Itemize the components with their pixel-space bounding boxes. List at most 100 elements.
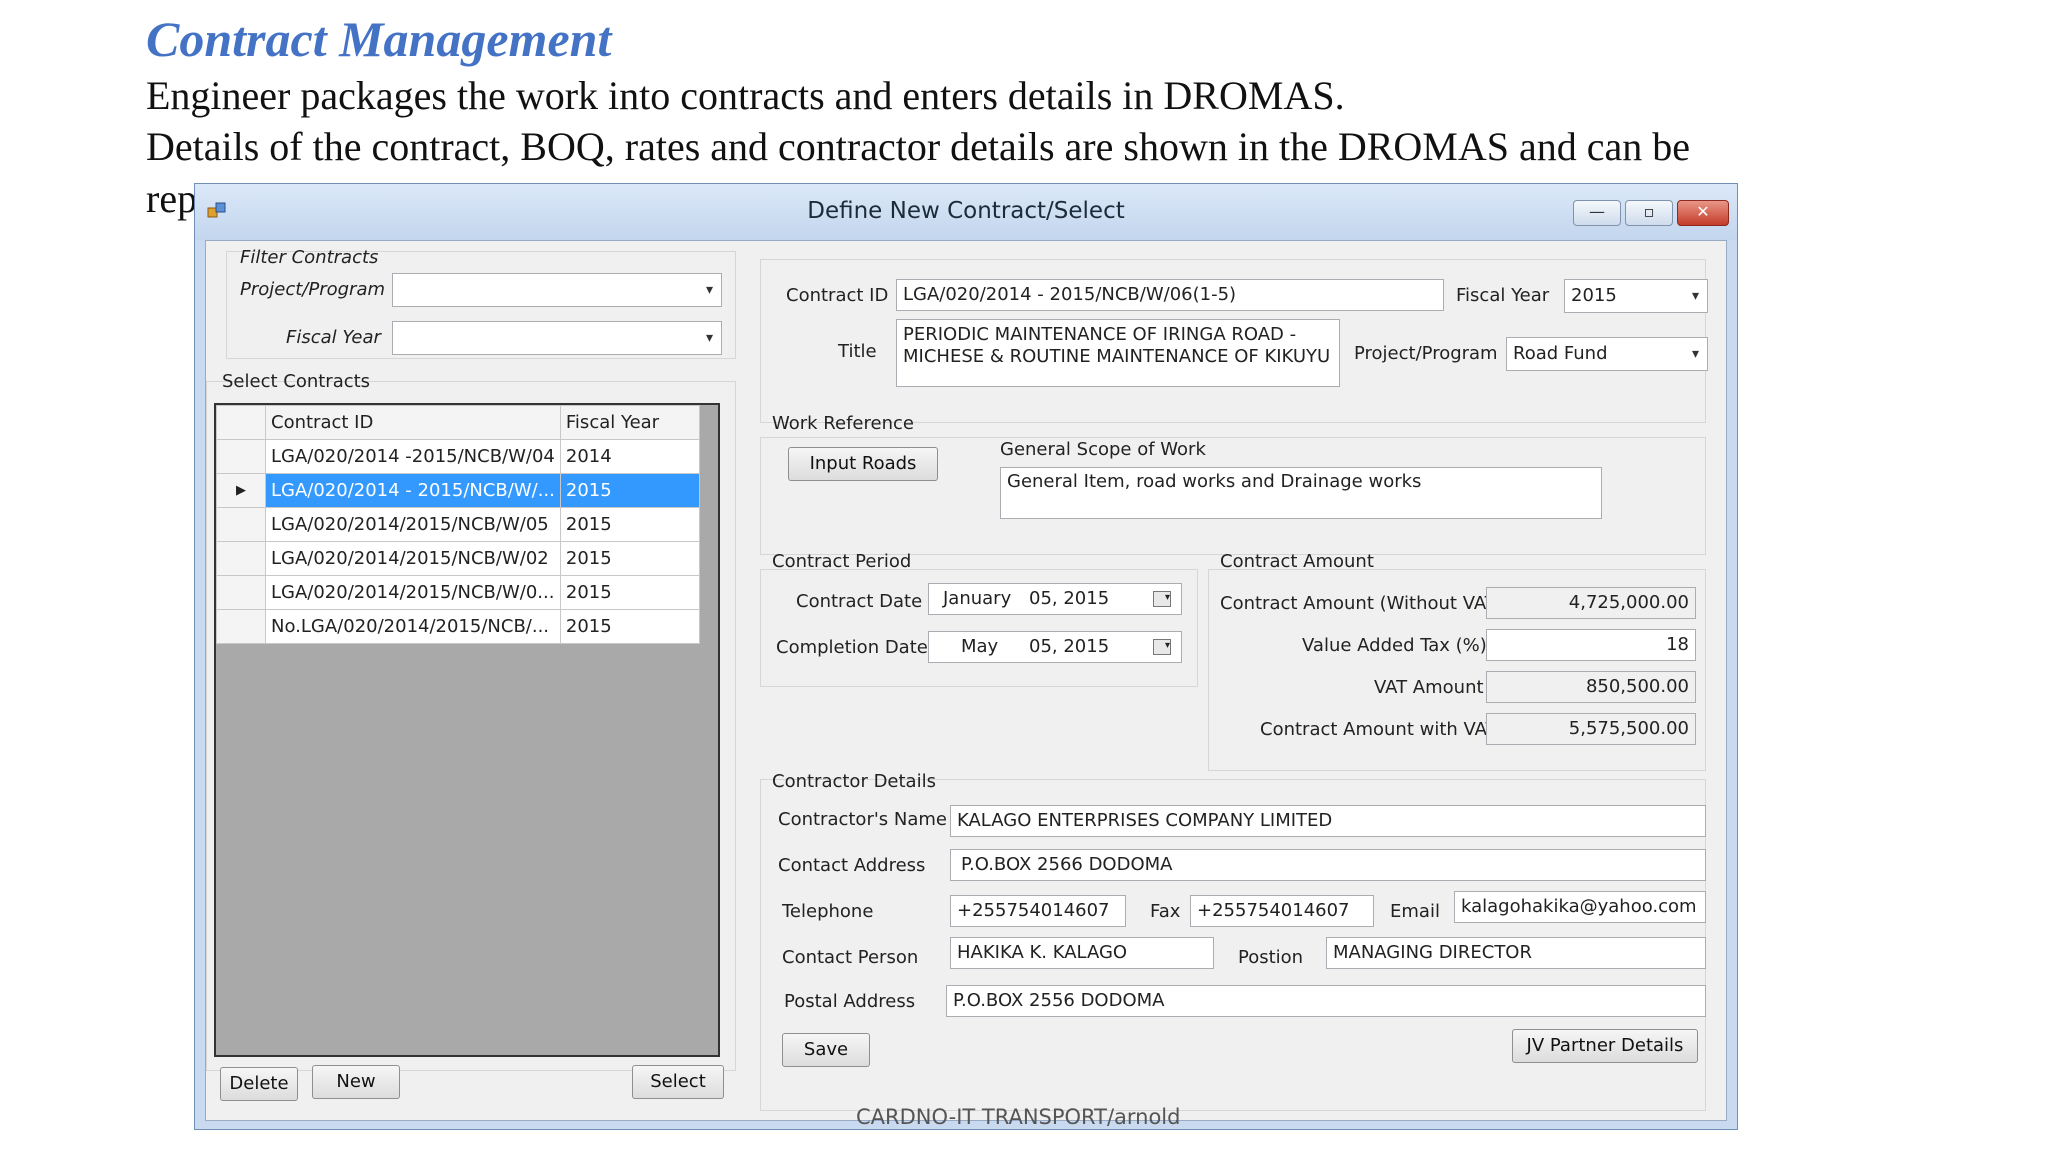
contract-id-input[interactable]: LGA/020/2014 - 2015/NCB/W/06(1-5)	[896, 279, 1444, 311]
contractor-name-input[interactable]: KALAGO ENTERPRISES COMPANY LIMITED	[950, 805, 1706, 837]
row-header[interactable]	[216, 507, 266, 542]
completion-date-label: Completion Date	[776, 637, 928, 658]
contract-id-cell[interactable]: No.LGA/020/2014/2015/NCB/...	[265, 609, 561, 644]
contract-fiscal-label: Fiscal Year	[1456, 285, 1550, 306]
completion-date-month: May	[961, 636, 999, 657]
table-row-selected[interactable]: ▶ LGA/020/2014 - 2015/NCB/W/... 2015	[216, 473, 700, 508]
contractor-name-label: Contractor's Name	[778, 809, 947, 830]
chevron-down-icon: ▾	[1691, 288, 1699, 304]
contract-id-cell[interactable]: LGA/020/2014 -2015/NCB/W/04	[265, 439, 561, 474]
email-input[interactable]: kalagohakika@yahoo.com	[1454, 891, 1706, 923]
row-header[interactable]	[216, 541, 266, 576]
filter-fiscal-select[interactable]: ▾	[392, 321, 722, 355]
fiscal-year-cell[interactable]: 2015	[559, 575, 700, 610]
filter-fiscal-label: Fiscal Year	[286, 327, 381, 348]
contract-date-picker[interactable]: January 05, 2015 ▾	[928, 583, 1182, 615]
contact-address-label: Contact Address	[778, 855, 926, 876]
window-title: Define New Contract/Select	[807, 198, 1125, 224]
table-row[interactable]: LGA/020/2014/2015/NCB/W/05 2015	[216, 507, 700, 542]
contract-date-label: Contract Date	[796, 591, 923, 612]
contact-person-label: Contact Person	[782, 947, 919, 968]
table-row[interactable]: LGA/020/2014/2015/NCB/W/0... 2015	[216, 575, 700, 610]
contract-fiscal-value: 2015	[1571, 285, 1617, 306]
calendar-icon[interactable]: ▾	[1153, 639, 1171, 655]
filter-contracts-label: Filter Contracts	[240, 247, 379, 268]
telephone-label: Telephone	[782, 901, 874, 922]
footer-caption: CARDNO-IT TRANSPORT/arnold	[856, 1105, 1181, 1129]
fiscal-year-cell[interactable]: 2015	[559, 541, 700, 576]
select-contracts-label: Select Contracts	[222, 371, 371, 392]
contact-address-input[interactable]: P.O.BOX 2566 DODOMA	[950, 849, 1706, 881]
contracts-table: Contract ID Fiscal Year LGA/020/2014 -20…	[216, 405, 700, 644]
close-button[interactable]: ✕	[1677, 200, 1729, 226]
amount-with-vat-label: Contract Amount with VAT	[1260, 719, 1497, 740]
contractor-details-label: Contractor Details	[772, 771, 936, 792]
title-input[interactable]: PERIODIC MAINTENANCE OF IRINGA ROAD - MI…	[896, 319, 1340, 387]
fax-input[interactable]: +255754014607	[1190, 895, 1374, 927]
new-button[interactable]: New	[312, 1065, 400, 1099]
maximize-button[interactable]: ▫	[1625, 200, 1673, 226]
completion-date-picker[interactable]: May 05, 2015 ▾	[928, 631, 1182, 663]
contracts-grid: Contract ID Fiscal Year LGA/020/2014 -20…	[214, 403, 720, 1057]
slide-text-line-2: Details of the contract, BOQ, rates and …	[146, 124, 1690, 169]
column-header-fiscal-year[interactable]: Fiscal Year	[559, 405, 700, 440]
vat-amount-input[interactable]: 850,500.00	[1486, 671, 1696, 703]
fiscal-year-cell[interactable]: 2014	[559, 439, 700, 474]
row-header[interactable]	[216, 575, 266, 610]
minimize-button[interactable]: —	[1573, 200, 1621, 226]
calendar-icon[interactable]: ▾	[1153, 591, 1171, 607]
input-roads-button[interactable]: Input Roads	[788, 447, 938, 481]
amount-without-vat-label: Contract Amount (Without VAT)	[1220, 593, 1503, 614]
contract-period-label: Contract Period	[772, 551, 912, 572]
jv-partner-details-button[interactable]: JV Partner Details	[1512, 1029, 1698, 1063]
contract-id-cell[interactable]: LGA/020/2014/2015/NCB/W/02	[265, 541, 561, 576]
filter-project-select[interactable]: ▾	[392, 273, 722, 307]
fax-label: Fax	[1150, 901, 1181, 922]
slide-title: Contract Management	[146, 11, 612, 67]
save-button[interactable]: Save	[782, 1033, 870, 1067]
amount-with-vat-input[interactable]: 5,575,500.00	[1486, 713, 1696, 745]
email-label: Email	[1390, 901, 1440, 922]
vat-amount-label: VAT Amount	[1374, 677, 1484, 698]
table-row[interactable]: LGA/020/2014 -2015/NCB/W/04 2014	[216, 439, 700, 474]
general-scope-input[interactable]: General Item, road works and Drainage wo…	[1000, 467, 1602, 519]
row-header[interactable]	[216, 439, 266, 474]
table-row[interactable]: LGA/020/2014/2015/NCB/W/02 2015	[216, 541, 700, 576]
contract-id-cell[interactable]: LGA/020/2014/2015/NCB/W/05	[265, 507, 561, 542]
position-label: Postion	[1238, 947, 1304, 968]
row-selector-arrow-icon[interactable]: ▶	[216, 473, 266, 508]
chevron-down-icon: ▾	[1691, 346, 1699, 362]
slide-text-line-1: Engineer packages the work into contract…	[146, 73, 1345, 118]
table-row[interactable]: No.LGA/020/2014/2015/NCB/... 2015	[216, 609, 700, 644]
vat-percent-label: Value Added Tax (%)	[1302, 635, 1487, 656]
contract-fiscal-select[interactable]: 2015 ▾	[1564, 279, 1708, 313]
contract-project-value: Road Fund	[1513, 343, 1608, 364]
column-header-contract-id[interactable]: Contract ID	[265, 405, 561, 440]
window-titlebar[interactable]: Define New Contract/Select — ▫ ✕	[195, 184, 1737, 240]
contract-project-select[interactable]: Road Fund ▾	[1506, 337, 1708, 371]
completion-date-day: 05, 2015	[1029, 636, 1110, 657]
slide-text-line-3: rep	[146, 176, 198, 221]
general-scope-label: General Scope of Work	[1000, 439, 1206, 460]
fiscal-year-cell[interactable]: 2015	[559, 609, 700, 644]
contact-person-input[interactable]: HAKIKA K. KALAGO	[950, 937, 1214, 969]
postal-address-input[interactable]: P.O.BOX 2556 DODOMA	[946, 985, 1706, 1017]
title-label: Title	[838, 341, 877, 362]
vat-percent-input[interactable]: 18	[1486, 629, 1696, 661]
select-button[interactable]: Select	[632, 1065, 724, 1099]
chevron-down-icon: ▾	[705, 282, 713, 298]
contract-id-cell[interactable]: LGA/020/2014 - 2015/NCB/W/...	[265, 473, 561, 508]
row-header[interactable]	[216, 609, 266, 644]
contract-date-month: January	[943, 588, 1012, 609]
work-reference-label: Work Reference	[772, 413, 914, 434]
position-input[interactable]: MANAGING DIRECTOR	[1326, 937, 1706, 969]
fiscal-year-cell[interactable]: 2015	[559, 473, 700, 508]
contract-id-label: Contract ID	[786, 285, 889, 306]
telephone-input[interactable]: +255754014607	[950, 895, 1126, 927]
contract-id-cell[interactable]: LGA/020/2014/2015/NCB/W/0...	[265, 575, 561, 610]
filter-project-label: Project/Program	[240, 279, 386, 300]
amount-without-vat-input[interactable]: 4,725,000.00	[1486, 587, 1696, 619]
contract-project-label: Project/Program	[1354, 343, 1498, 364]
fiscal-year-cell[interactable]: 2015	[559, 507, 700, 542]
delete-button[interactable]: Delete	[220, 1067, 298, 1101]
